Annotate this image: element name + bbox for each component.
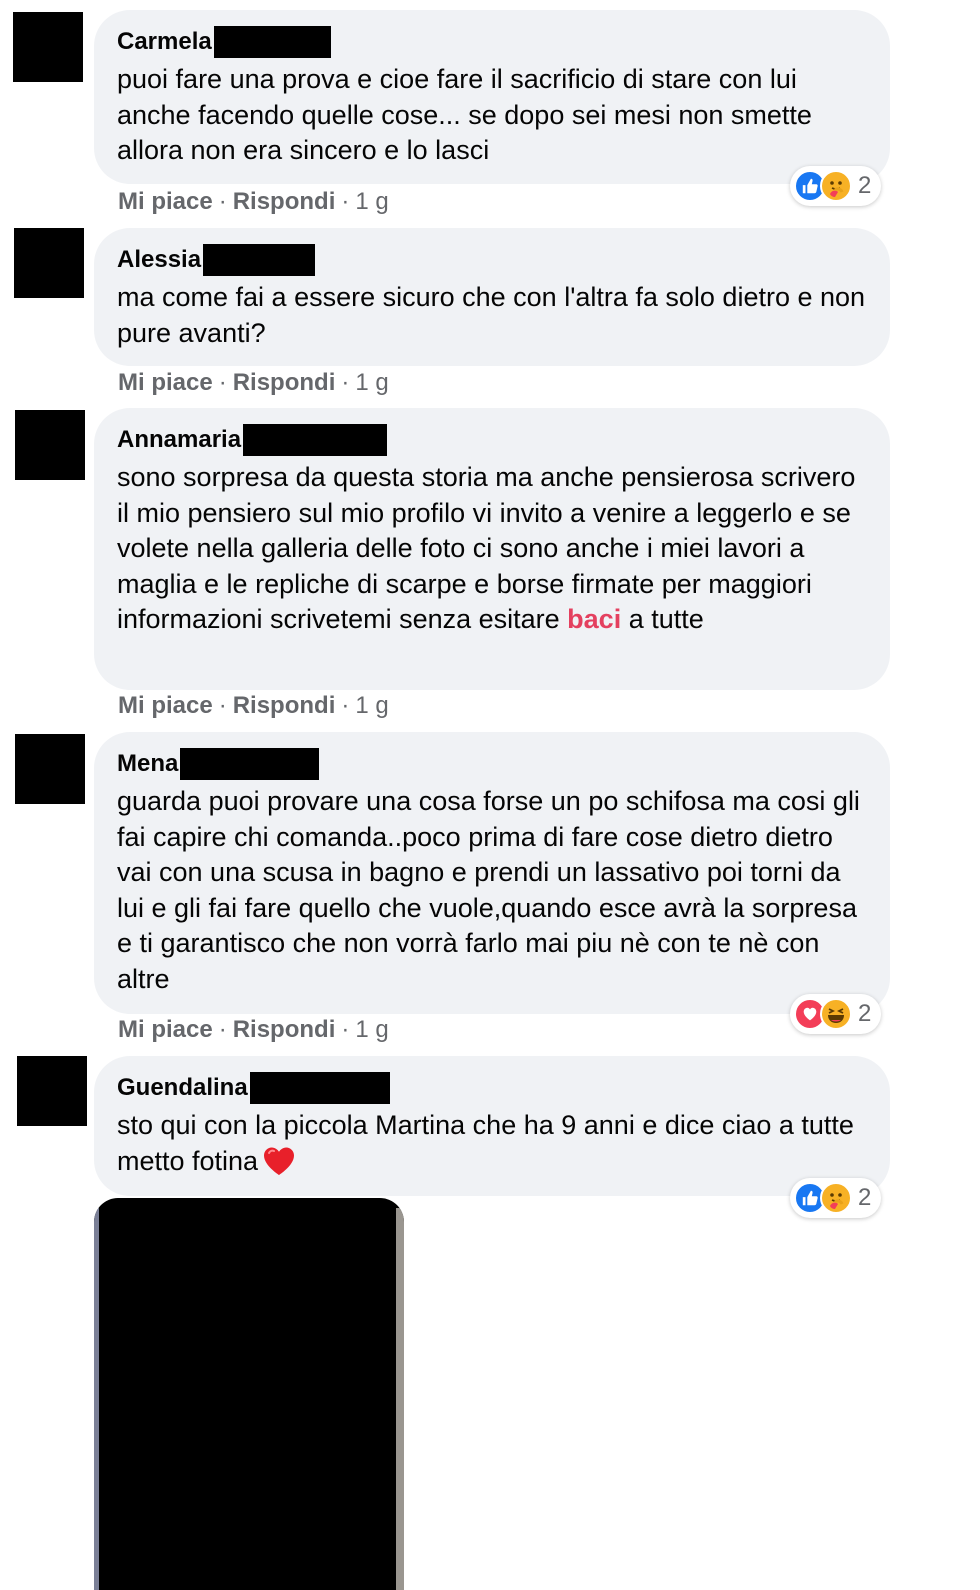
commenter-name[interactable]: Guendalina xyxy=(117,1074,248,1102)
comment-bubble: Guendalina sto qui con la piccola Martin… xyxy=(94,1056,890,1196)
comment-actions: Mi piace · Rispondi · 1 g xyxy=(118,188,389,215)
like-link[interactable]: Mi piace xyxy=(118,1016,213,1043)
comment-actions: Mi piace · Rispondi · 1 g xyxy=(118,692,389,719)
reaction-summary[interactable]: 2 xyxy=(790,994,882,1034)
comment-bubble: Annamaria sono sorpresa da questa storia… xyxy=(94,408,890,690)
reply-link[interactable]: Rispondi xyxy=(233,1016,336,1043)
redacted-surname xyxy=(180,748,320,780)
like-link[interactable]: Mi piace xyxy=(118,692,213,719)
like-link[interactable]: Mi piace xyxy=(118,369,213,396)
comment-actions: Mi piace · Rispondi · 1 g xyxy=(118,1016,389,1043)
reaction-summary[interactable]: 2 xyxy=(790,166,882,206)
avatar[interactable] xyxy=(17,1056,87,1126)
comment-text: sono sorpresa da questa storia ma anche … xyxy=(117,462,863,634)
red-heart-icon xyxy=(262,1146,296,1186)
commenter-name[interactable]: Mena xyxy=(117,750,178,778)
care-icon xyxy=(820,1182,852,1214)
like-link[interactable]: Mi piace xyxy=(118,188,213,215)
reaction-count: 2 xyxy=(858,1184,872,1211)
reaction-count: 2 xyxy=(858,1000,872,1027)
commenter-name[interactable]: Annamaria xyxy=(117,426,241,454)
redacted-surname xyxy=(249,1072,390,1104)
comment-text: ma come fai a essere sicuro che con l'al… xyxy=(117,282,873,348)
redacted-surname xyxy=(213,26,331,58)
reply-link[interactable]: Rispondi xyxy=(233,692,336,719)
photo-edge xyxy=(396,1208,404,1590)
comment-text: puoi fare una prova e cioe fare il sacri… xyxy=(117,64,820,165)
redacted-surname xyxy=(243,424,388,456)
avatar[interactable] xyxy=(15,734,85,804)
commenter-name[interactable]: Carmela xyxy=(117,28,212,56)
comment-time[interactable]: 1 g xyxy=(355,692,388,719)
avatar[interactable] xyxy=(15,410,85,480)
reaction-summary[interactable]: 2 xyxy=(790,1178,882,1218)
care-icon xyxy=(820,170,852,202)
comment-text: sto qui con la piccola Martina che ha 9 … xyxy=(117,1108,866,1185)
haha-icon xyxy=(820,998,852,1030)
comment-bubble: Carmela puoi fare una prova e cioe fare … xyxy=(94,10,890,184)
attached-photo[interactable] xyxy=(94,1198,404,1590)
comment-text: guarda puoi provare una cosa forse un po… xyxy=(117,786,868,994)
redacted-surname xyxy=(203,244,316,276)
photo-edge xyxy=(94,1208,99,1590)
reply-link[interactable]: Rispondi xyxy=(233,369,336,396)
reaction-count: 2 xyxy=(858,172,872,199)
reply-link[interactable]: Rispondi xyxy=(233,188,336,215)
comment-time[interactable]: 1 g xyxy=(355,369,388,396)
comment-time[interactable]: 1 g xyxy=(355,188,388,215)
profile-tag-link[interactable]: baci xyxy=(567,604,621,634)
avatar[interactable] xyxy=(14,228,84,298)
comment-bubble: Mena guarda puoi provare una cosa forse … xyxy=(94,732,890,1014)
commenter-name[interactable]: Alessia xyxy=(117,246,201,274)
comment-bubble: Alessia ma come fai a essere sicuro che … xyxy=(94,228,890,366)
comment-time[interactable]: 1 g xyxy=(355,1016,388,1043)
comment-actions: Mi piace · Rispondi · 1 g xyxy=(118,369,389,396)
avatar[interactable] xyxy=(13,12,83,82)
